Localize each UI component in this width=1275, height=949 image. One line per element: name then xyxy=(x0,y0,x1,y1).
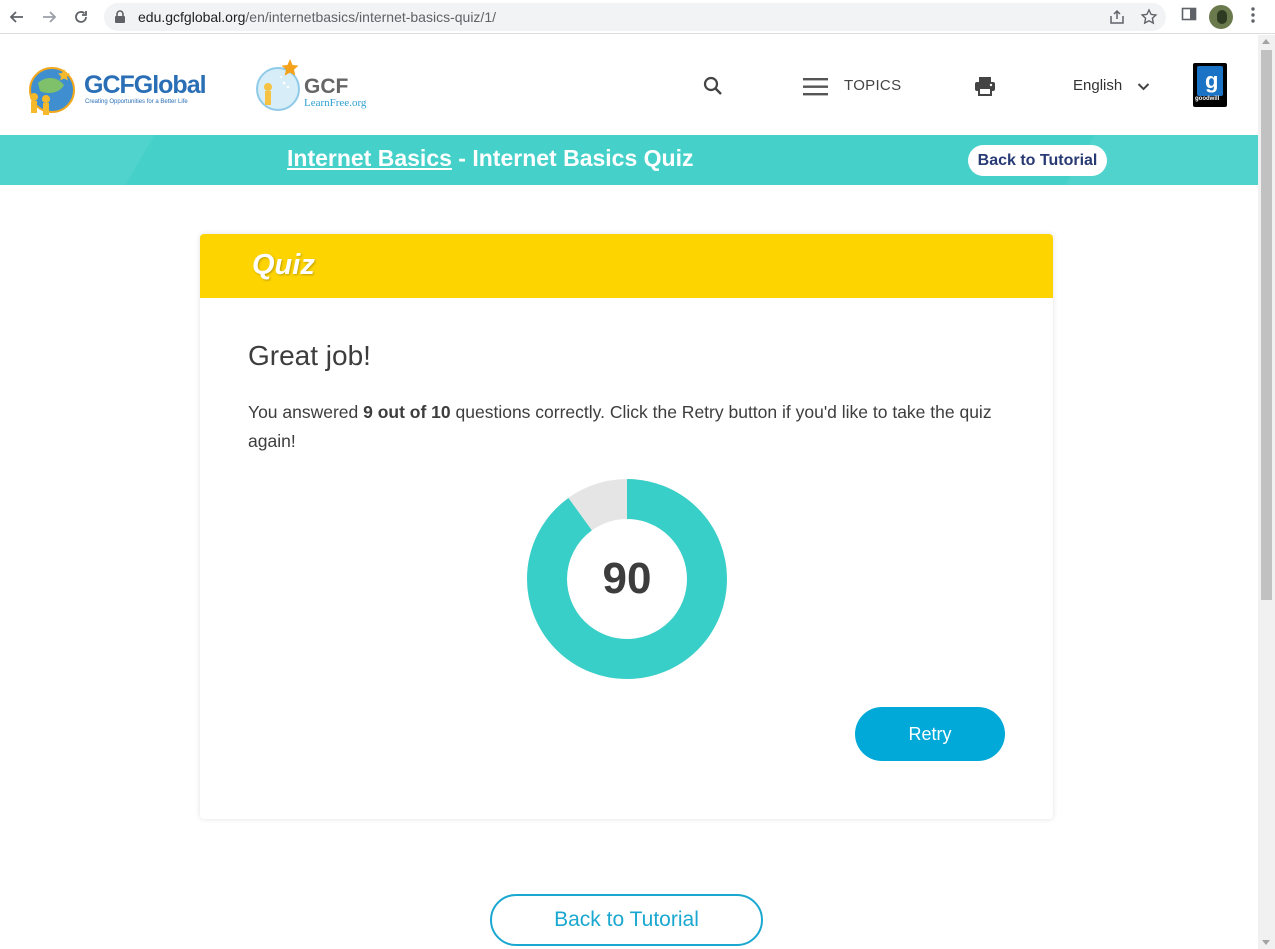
breadcrumb-tutorial-link[interactable]: Internet Basics xyxy=(287,145,452,171)
retry-button[interactable]: Retry xyxy=(855,707,1005,761)
result-score-phrase: 9 out of 10 xyxy=(363,402,451,422)
breadcrumb: Internet Basics - Internet Basics Quiz xyxy=(287,145,693,172)
url-domain: edu.gcfglobal.org xyxy=(138,9,246,25)
url-path: /en/internetbasics/internet-basics-quiz/… xyxy=(245,9,496,25)
lock-icon xyxy=(115,10,125,23)
breadcrumb-current: Internet Basics Quiz xyxy=(472,145,694,171)
learnfree-logo-sub: LearnFree.org xyxy=(304,97,367,109)
learnfree-globe-icon xyxy=(256,59,300,111)
learnfree-logo[interactable]: GCF LearnFree.org xyxy=(254,53,404,113)
goodwill-face-icon: g xyxy=(1197,66,1223,96)
back-arrow-icon[interactable] xyxy=(4,4,30,30)
result-text: You answered 9 out of 10 questions corre… xyxy=(248,398,1018,456)
language-selector[interactable]: English xyxy=(1073,77,1122,94)
forward-arrow-icon[interactable] xyxy=(36,4,62,30)
reload-icon[interactable] xyxy=(68,4,94,30)
tutorial-banner: Internet Basics - Internet Basics Quiz B… xyxy=(0,135,1258,185)
profile-avatar[interactable] xyxy=(1209,5,1233,29)
result-text-start: You answered xyxy=(248,402,364,422)
score-value: 90 xyxy=(602,554,652,603)
scroll-up-arrow-icon[interactable] xyxy=(1262,39,1270,44)
chevron-down-icon[interactable] xyxy=(1137,82,1150,91)
goodwill-wordmark: goodwill xyxy=(1195,96,1220,102)
back-to-tutorial-bottom-button[interactable]: Back to Tutorial xyxy=(490,894,763,946)
address-bar[interactable]: edu.gcfglobal.org/en/internetbasics/inte… xyxy=(104,3,1166,31)
breadcrumb-separator: - xyxy=(451,145,473,171)
gcfglobal-logo-text: GCFGlobal xyxy=(84,71,207,99)
gcfglobal-logo[interactable]: GCFGlobal Creating Opportunities for a B… xyxy=(24,63,214,117)
goodwill-logo[interactable]: g goodwill xyxy=(1193,63,1227,107)
site-header: GCFGlobal Creating Opportunities for a B… xyxy=(0,35,1258,135)
banner-stripe xyxy=(0,135,155,185)
page-content: GCFGlobal Creating Opportunities for a B… xyxy=(0,35,1258,949)
hamburger-menu-icon[interactable] xyxy=(803,77,829,97)
result-heading: Great job! xyxy=(248,340,371,371)
kebab-menu-icon[interactable] xyxy=(1245,6,1261,24)
learnfree-logo-title: GCF xyxy=(304,75,349,98)
star-icon[interactable] xyxy=(1140,8,1158,26)
gcfglobal-tagline: Creating Opportunities for a Better Life xyxy=(85,99,188,105)
topics-menu-label[interactable]: TOPICS xyxy=(844,77,901,94)
back-to-tutorial-button[interactable]: Back to Tutorial xyxy=(968,145,1107,176)
quiz-title: Quiz xyxy=(252,249,315,281)
scrollbar[interactable] xyxy=(1258,35,1275,949)
url-text: edu.gcfglobal.org/en/internetbasics/inte… xyxy=(138,9,496,25)
side-panel-icon[interactable] xyxy=(1181,6,1197,22)
share-icon[interactable] xyxy=(1108,8,1126,26)
browser-toolbar: edu.gcfglobal.org/en/internetbasics/inte… xyxy=(0,0,1275,34)
quiz-card: Quiz Great job! You answered 9 out of 10… xyxy=(200,234,1053,819)
search-icon[interactable] xyxy=(702,75,724,97)
print-icon[interactable] xyxy=(974,75,996,97)
quiz-card-header: Quiz xyxy=(200,234,1053,298)
scroll-down-arrow-icon[interactable] xyxy=(1262,940,1270,945)
scrollbar-thumb[interactable] xyxy=(1261,50,1272,600)
globe-logo-icon xyxy=(29,67,75,115)
